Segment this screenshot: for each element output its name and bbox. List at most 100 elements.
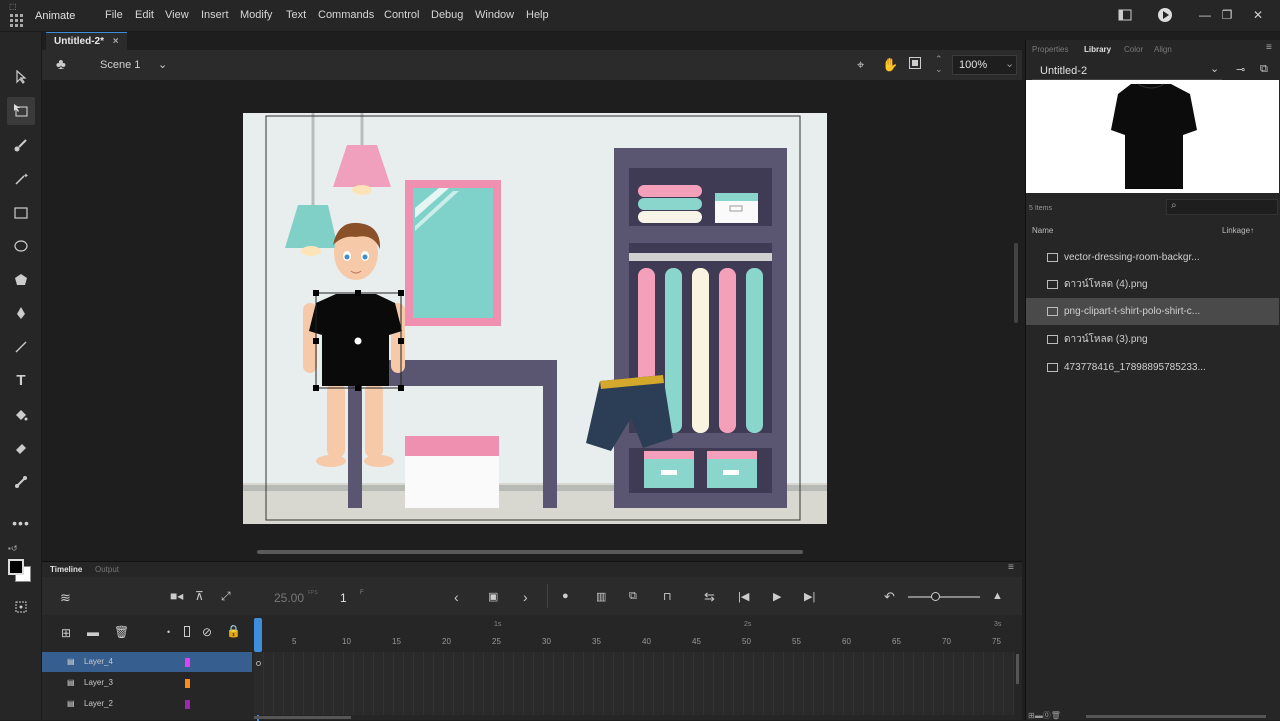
stage-vertical-scrollbar[interactable] — [1014, 243, 1018, 323]
magic-wand-icon[interactable]: ✦ — [7, 166, 35, 194]
onion-skin-icon[interactable]: ● — [562, 590, 569, 602]
tab-library[interactable]: Library — [1084, 45, 1111, 54]
text-tool-icon[interactable]: T — [7, 367, 35, 395]
library-footer-icons[interactable]: ⊞▬⓪🗑 — [1028, 710, 1061, 721]
zoom-dropdown-icon[interactable]: ⌄ — [1005, 57, 1014, 70]
library-item[interactable]: ดาวน์โหลด (4).png — [1026, 271, 1279, 298]
rotate-stage-icon[interactable]: ⌃ ⌄ — [935, 54, 943, 74]
step-forward-icon[interactable]: ▶| — [804, 590, 815, 603]
tab-color[interactable]: Color — [1124, 45, 1143, 54]
hand-tool-icon[interactable]: ✋ — [882, 57, 898, 73]
menu-file[interactable]: File — [105, 9, 123, 21]
parenting-icon[interactable]: ⊼ — [195, 589, 204, 603]
highlight-dot-icon[interactable]: • — [167, 627, 170, 637]
app-grid-icon[interactable]: ⬚ — [6, 2, 28, 32]
onion-outline-icon[interactable]: ▥ — [596, 590, 606, 603]
eraser-tool-icon[interactable] — [7, 435, 35, 463]
line-tool-icon[interactable] — [7, 334, 35, 362]
edit-multiple-frames-icon[interactable]: ⧉ — [629, 590, 637, 603]
library-doc-select[interactable]: Untitled-2 ⌄ — [1032, 62, 1222, 80]
prev-keyframe-icon[interactable]: ‹ — [454, 589, 459, 605]
menu-window[interactable]: Window — [475, 9, 514, 21]
timeline-scrollbar[interactable] — [254, 716, 351, 719]
close-tab-icon[interactable]: × — [113, 36, 119, 47]
close-window-icon[interactable]: ✕ — [1248, 5, 1268, 25]
outline-icon[interactable] — [184, 626, 190, 637]
tab-timeline[interactable]: Timeline — [50, 565, 82, 574]
stage-fit-icon[interactable] — [7, 594, 35, 622]
layer-row-2[interactable]: ▤ Layer_2 — [42, 694, 252, 714]
stage-canvas[interactable] — [243, 113, 827, 524]
selection-tool-icon[interactable] — [7, 64, 35, 92]
oval-tool-icon[interactable] — [7, 233, 35, 261]
layers-icon[interactable]: ≋ — [60, 590, 71, 606]
tab-output[interactable]: Output — [95, 565, 119, 574]
menu-edit[interactable]: Edit — [135, 9, 154, 21]
polystar-tool-icon[interactable] — [7, 267, 35, 295]
next-keyframe-icon[interactable]: › — [523, 589, 528, 605]
pen-tool-icon[interactable] — [7, 300, 35, 328]
brush-tool-icon[interactable] — [7, 132, 35, 160]
new-folder-icon[interactable]: ▬ — [87, 625, 99, 639]
tab-align[interactable]: Align — [1154, 45, 1172, 54]
mountain-zoom-icon[interactable]: ▲ — [992, 590, 1003, 602]
menu-view[interactable]: View — [165, 9, 189, 21]
restore-icon[interactable]: ❐ — [1217, 5, 1237, 25]
lock-layers-icon[interactable]: 🔒 — [226, 624, 241, 638]
playhead[interactable] — [254, 618, 262, 652]
step-back-icon[interactable]: |◀ — [738, 590, 749, 603]
hide-layers-icon[interactable]: ⊘ — [202, 625, 212, 639]
bone-tool-icon[interactable] — [7, 469, 35, 497]
zoom-slider-thumb[interactable] — [931, 592, 940, 601]
document-tab[interactable]: Untitled-2* × — [46, 32, 127, 50]
undo-icon[interactable]: ↶ — [884, 589, 895, 605]
timeline-v-scrollbar[interactable] — [1016, 654, 1019, 684]
clip-stage-icon[interactable] — [909, 57, 921, 69]
minimize-icon[interactable]: — — [1195, 5, 1215, 25]
current-frame[interactable]: 1 — [340, 591, 347, 605]
layer-row-3[interactable]: ▤ Layer_3 — [42, 673, 252, 693]
library-item[interactable]: vector-dressing-room-backgr... — [1026, 244, 1279, 271]
library-item[interactable]: ดาวน์โหลด (3).png — [1026, 326, 1279, 353]
zoom-slider[interactable] — [908, 592, 980, 601]
new-library-panel-icon[interactable]: ⧉ — [1260, 63, 1268, 76]
play-icon[interactable]: ▶ — [773, 590, 781, 603]
column-linkage-header[interactable]: Linkage↑ — [1222, 226, 1254, 235]
layer-color-chip[interactable] — [185, 700, 190, 709]
column-name-header[interactable]: Name — [1032, 226, 1053, 235]
new-layer-icon[interactable]: ⊞ — [61, 626, 71, 640]
menu-control[interactable]: Control — [384, 9, 419, 21]
test-movie-icon[interactable] — [1155, 5, 1175, 25]
graph-icon[interactable]: ⤢ — [221, 589, 231, 604]
loop-icon[interactable]: ⇆ — [704, 589, 715, 605]
insert-keyframe-icon[interactable]: ▣ — [488, 590, 498, 603]
layer-row-4[interactable]: ▤ Layer_4 — [42, 652, 252, 672]
frame-ruler[interactable]: 1s 2s 3s 5 10 15 20 25 30 35 40 45 50 55 60 65 70 75 — [254, 619, 1022, 651]
menu-debug[interactable]: Debug — [431, 9, 463, 21]
library-h-scrollbar[interactable] — [1086, 715, 1266, 718]
stage-horizontal-scrollbar[interactable] — [257, 550, 803, 554]
frame-grid[interactable] — [254, 652, 1014, 715]
timeline-menu-icon[interactable]: ≡ — [1008, 562, 1014, 573]
camera-icon[interactable]: ■◂ — [170, 589, 183, 603]
stroke-color-swatch[interactable] — [8, 559, 24, 575]
pin-icon[interactable]: ⊸ — [1236, 63, 1245, 76]
fps-value[interactable]: 25.00 — [274, 591, 304, 605]
layer-color-chip[interactable] — [185, 679, 190, 688]
swap-colors-icon[interactable]: ▪↺ — [8, 544, 18, 553]
scene-clubs-icon[interactable]: ♣ — [56, 56, 66, 73]
menu-text[interactable]: Text — [286, 9, 306, 21]
delete-layer-icon[interactable]: 🗑 — [114, 625, 129, 639]
create-tween-icon[interactable]: ⊓ — [663, 590, 672, 603]
library-search-input[interactable]: ⌕ — [1166, 199, 1278, 215]
menu-commands[interactable]: Commands — [318, 9, 374, 21]
library-item-selected[interactable]: png-clipart-t-shirt-polo-shirt-c... — [1026, 298, 1279, 325]
keyframe-dot[interactable] — [256, 661, 261, 666]
scene-selector[interactable]: Scene 1 ⌄ — [100, 59, 170, 71]
menu-modify[interactable]: Modify — [240, 9, 272, 21]
menu-help[interactable]: Help — [526, 9, 549, 21]
tab-properties[interactable]: Properties — [1032, 45, 1068, 54]
layer-color-chip[interactable] — [185, 658, 190, 667]
more-tools-icon[interactable]: ••• — [7, 509, 35, 537]
center-stage-icon[interactable]: ⌖ — [857, 57, 864, 73]
